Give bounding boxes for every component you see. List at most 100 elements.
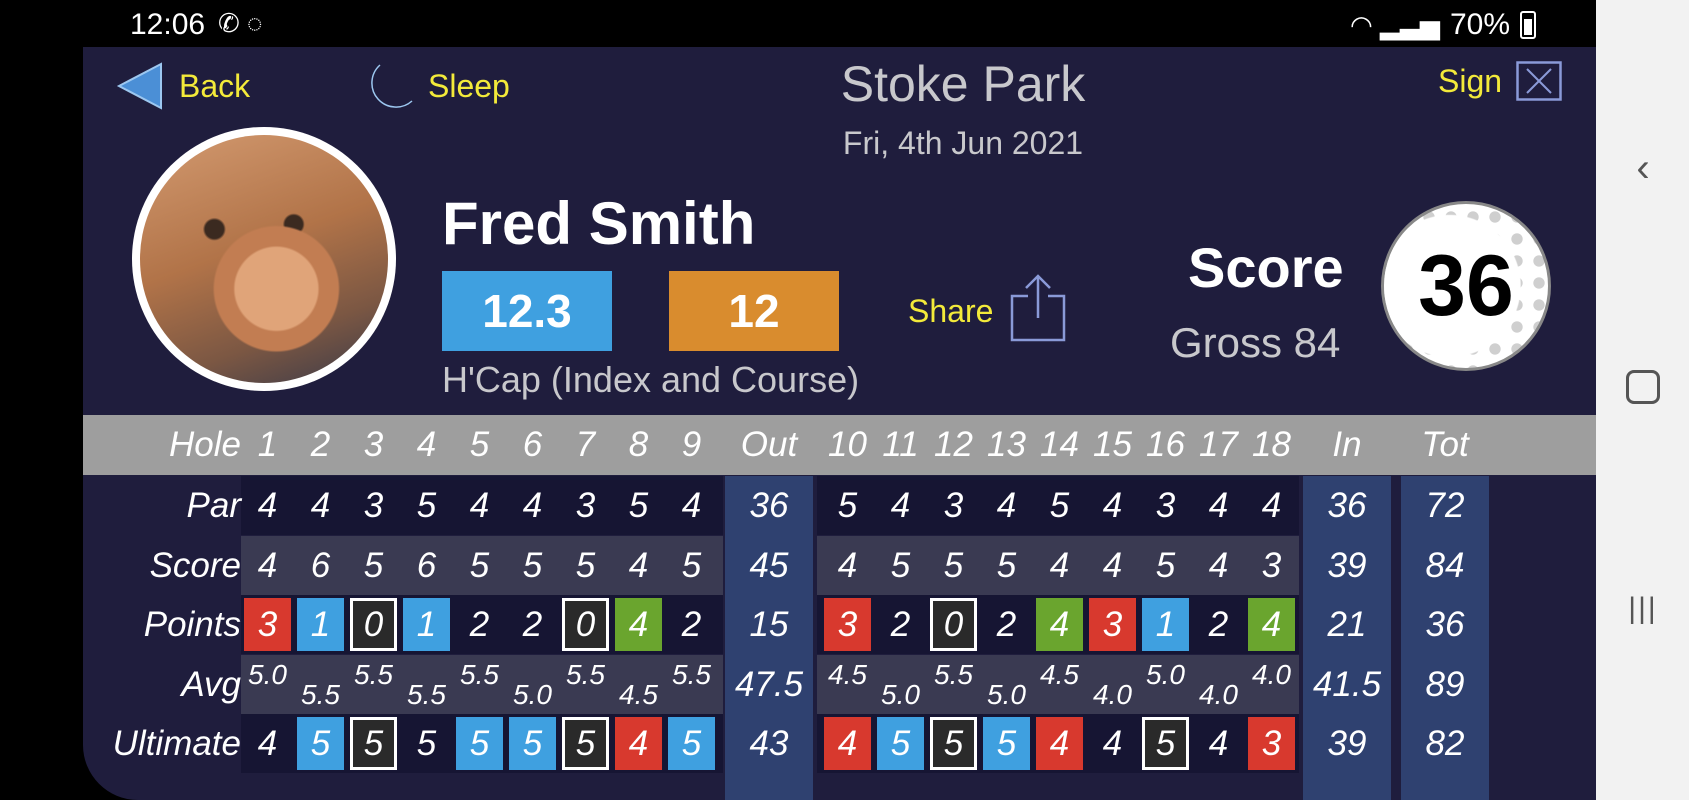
hole-cell: 5 bbox=[1142, 717, 1189, 770]
hole-number: 3 bbox=[363, 425, 384, 464]
hole-cell: 5 bbox=[522, 545, 543, 585]
hole-cell: 2 bbox=[681, 605, 702, 644]
in-total-cell: 36 bbox=[1327, 486, 1367, 525]
hole-cell: 5.0 bbox=[513, 678, 552, 710]
hole-cell: 6 bbox=[416, 545, 437, 585]
hole-number: 15 bbox=[1093, 425, 1132, 464]
back-nav-icon[interactable]: ‹ bbox=[1620, 146, 1666, 191]
scorecard-app: Back Sleep Stoke Park Fri, 4th Jun 2021 … bbox=[83, 47, 1596, 800]
hole-number: 11 bbox=[882, 425, 919, 464]
hole-cell: 4 bbox=[1208, 724, 1229, 763]
handicap-label: H'Cap (Index and Course) bbox=[442, 359, 860, 400]
in-header: In bbox=[1332, 425, 1362, 464]
grand-total-cell: 84 bbox=[1425, 545, 1465, 585]
hole-cell: 5 bbox=[509, 717, 556, 770]
hole-cell: 5.5 bbox=[354, 658, 393, 690]
wifi-icon: ◠ ▂▃▅ bbox=[1350, 9, 1440, 40]
hole-cell: 4.0 bbox=[1252, 658, 1291, 690]
hole-cell: 4 bbox=[837, 545, 858, 585]
hole-cell: 4 bbox=[1248, 598, 1295, 651]
hole-cell: 5.0 bbox=[1146, 658, 1185, 690]
hole-cell: 4 bbox=[1208, 486, 1229, 525]
hole-cell: 5 bbox=[416, 486, 437, 525]
row-label-avg: Avg bbox=[181, 664, 241, 704]
hole-number: 1 bbox=[257, 425, 278, 464]
close-icon[interactable] bbox=[1516, 61, 1562, 101]
in-total-cell: 39 bbox=[1327, 545, 1367, 585]
hole-number: 12 bbox=[934, 425, 973, 464]
course-name: Stoke Park bbox=[840, 56, 1086, 112]
hole-cell: 1 bbox=[403, 598, 450, 651]
hole-number: 6 bbox=[522, 425, 543, 464]
hole-cell: 5 bbox=[1049, 486, 1070, 525]
hole-cell: 5 bbox=[890, 545, 911, 585]
avatar[interactable] bbox=[132, 127, 396, 391]
hole-cell: 4 bbox=[1102, 545, 1123, 585]
status-bar: 12:06 ✆ ◌ ◠ ▂▃▅ 70% bbox=[0, 0, 1596, 48]
hole-number: 14 bbox=[1040, 425, 1079, 464]
hole-cell: 5.5 bbox=[301, 678, 340, 710]
hole-cell: 4 bbox=[1036, 598, 1083, 651]
row-label-ultimate: Ultimate bbox=[112, 724, 241, 763]
hole-cell: 2 bbox=[469, 605, 490, 644]
hole-header-label: Hole bbox=[169, 425, 241, 464]
hole-number: 5 bbox=[469, 425, 490, 464]
hole-cell: 5.0 bbox=[881, 678, 920, 710]
avatar-image bbox=[140, 135, 388, 383]
hole-cell: 3 bbox=[1248, 717, 1295, 770]
hole-cell: 4 bbox=[1036, 717, 1083, 770]
recents-nav-icon[interactable]: ||| bbox=[1620, 592, 1666, 626]
row-label-par: Par bbox=[186, 486, 241, 525]
hole-number: 17 bbox=[1199, 425, 1238, 464]
hole-cell: 4.0 bbox=[1093, 678, 1132, 710]
hole-cell: 4 bbox=[522, 486, 543, 525]
hole-cell: 4 bbox=[1102, 486, 1123, 525]
hole-cell: 5 bbox=[930, 717, 977, 770]
hole-cell: 4 bbox=[824, 717, 871, 770]
hole-cell: 5 bbox=[575, 545, 596, 585]
out-total-cell: 45 bbox=[749, 545, 789, 585]
hole-cell: 5.5 bbox=[566, 658, 605, 690]
sign-button[interactable]: Sign bbox=[1438, 61, 1562, 101]
hole-cell: 6 bbox=[310, 545, 331, 585]
hole-cell: 4 bbox=[257, 486, 278, 525]
hole-cell: 5 bbox=[983, 717, 1030, 770]
hole-cell: 5.0 bbox=[248, 658, 287, 690]
hole-number: 8 bbox=[628, 425, 649, 464]
hole-cell: 5 bbox=[363, 545, 384, 585]
in-total-cell: 41.5 bbox=[1312, 664, 1382, 704]
home-nav-icon[interactable] bbox=[1620, 370, 1666, 404]
in-total-cell: 21 bbox=[1327, 605, 1367, 644]
hole-cell: 4 bbox=[257, 545, 278, 585]
hole-cell: 5 bbox=[1155, 545, 1176, 585]
in-total-cell: 39 bbox=[1327, 724, 1367, 763]
course-handicap-badge: 12 bbox=[669, 271, 839, 351]
hole-cell: 5.5 bbox=[460, 658, 499, 690]
hole-cell: 3 bbox=[363, 486, 384, 525]
total-points: 36 bbox=[1384, 204, 1548, 368]
grand-total-cell: 72 bbox=[1425, 486, 1465, 525]
row-label-score: Score bbox=[149, 545, 241, 585]
hole-cell: 3 bbox=[824, 598, 871, 651]
hole-cell: 4 bbox=[1261, 486, 1282, 525]
hole-cell: 5.5 bbox=[934, 658, 973, 690]
hole-cell: 3 bbox=[244, 598, 291, 651]
hole-cell: 1 bbox=[297, 598, 344, 651]
hole-cell: 5 bbox=[456, 717, 503, 770]
hole-cell: 0 bbox=[350, 598, 397, 651]
out-total-cell: 47.5 bbox=[734, 664, 804, 704]
hole-cell: 4 bbox=[310, 486, 331, 525]
hole-cell: 4 bbox=[615, 717, 662, 770]
player-name: Fred Smith bbox=[442, 190, 756, 257]
hole-cell: 2 bbox=[996, 605, 1017, 644]
share-label[interactable]: Share bbox=[908, 293, 993, 330]
out-total-cell: 36 bbox=[749, 486, 789, 525]
out-total-cell: 43 bbox=[749, 724, 789, 763]
hole-number: 7 bbox=[575, 425, 596, 464]
hole-cell: 0 bbox=[562, 598, 609, 651]
hole-cell: 5 bbox=[469, 545, 490, 585]
hole-cell: 5 bbox=[562, 717, 609, 770]
status-time: 12:06 bbox=[130, 8, 206, 41]
share-icon[interactable] bbox=[1008, 272, 1068, 344]
hole-cell: 3 bbox=[1155, 486, 1176, 525]
